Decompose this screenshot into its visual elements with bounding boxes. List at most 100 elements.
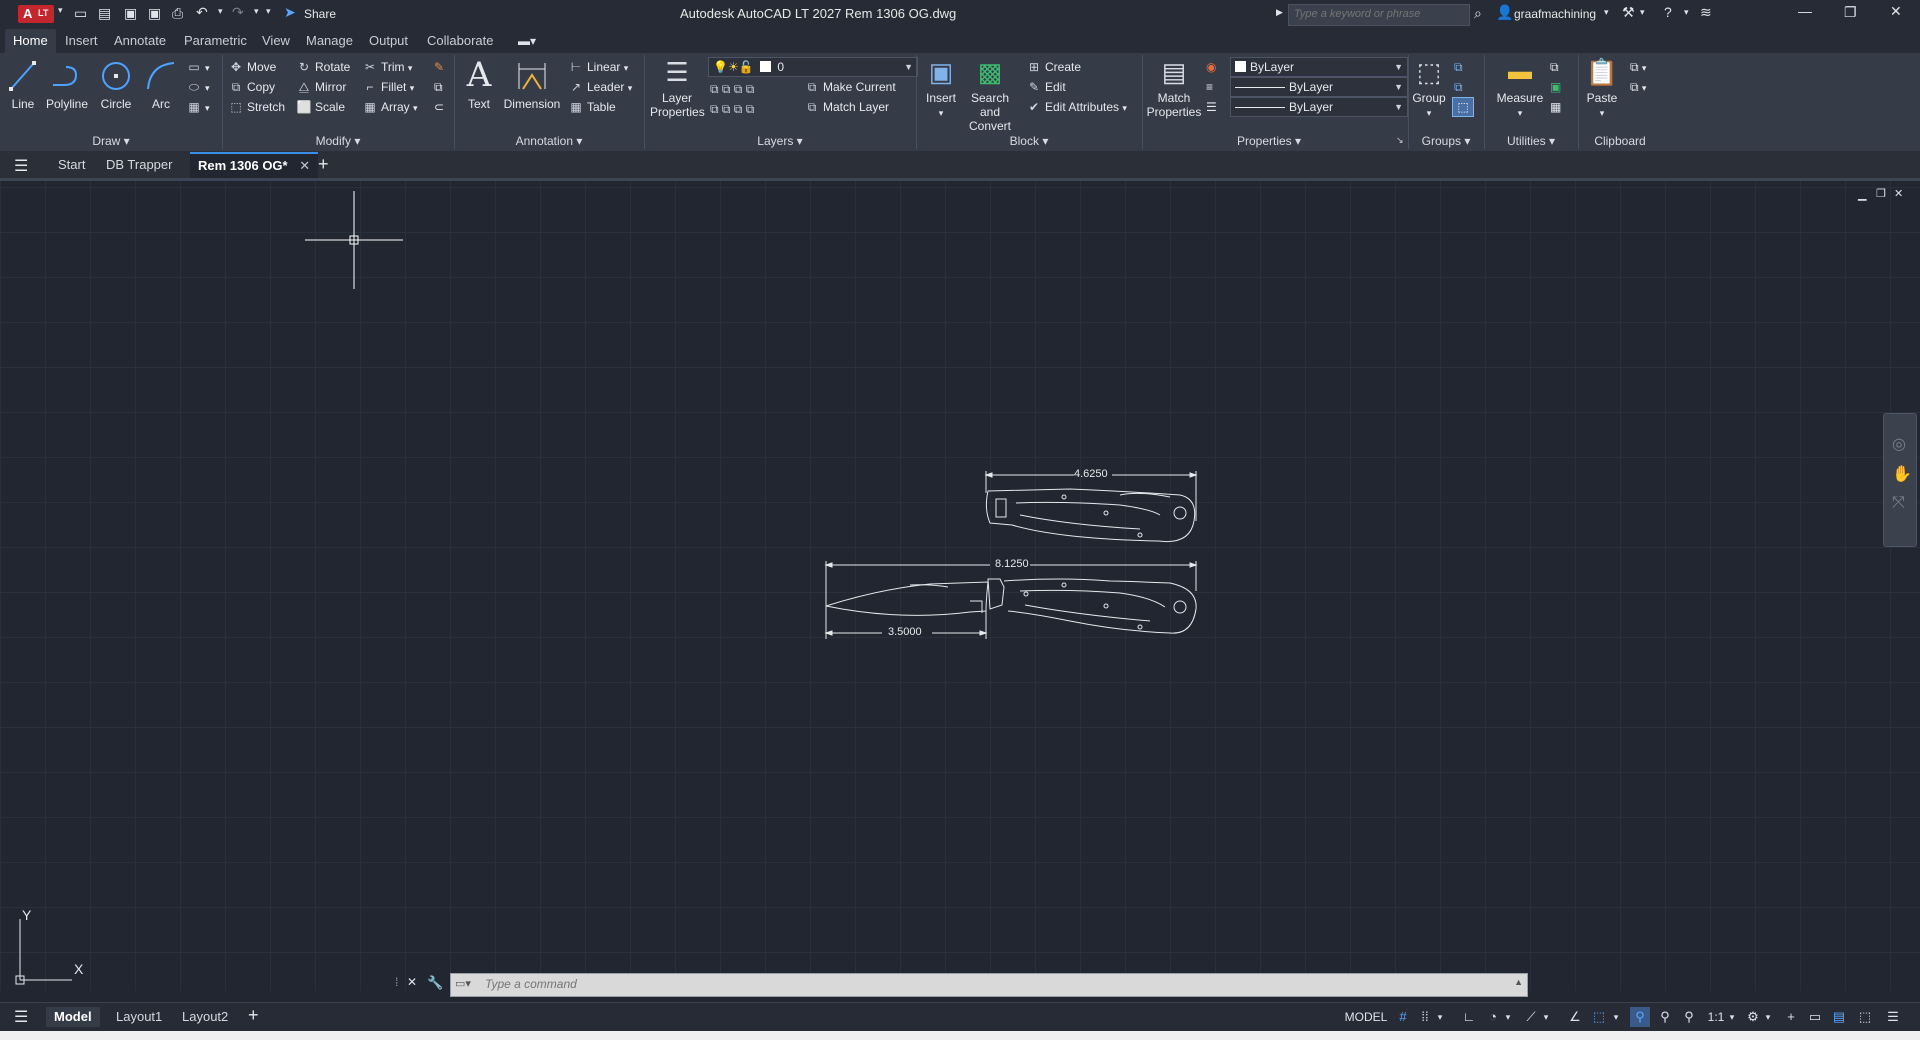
tab-parametric[interactable]: Parametric <box>176 29 255 53</box>
edit-attributes-button[interactable]: ✔ Edit Attributes ▾ <box>1026 97 1127 117</box>
save-icon[interactable]: ▣ <box>124 5 137 22</box>
layer-tool-icons-row2[interactable]: ⧉ ⧉ ⧉ ⧉ <box>710 99 754 119</box>
ungroup-icon[interactable]: ⧉ <box>1454 77 1463 97</box>
modify-panel-label[interactable]: Modify ▾ <box>222 133 454 149</box>
navigation-bar[interactable]: ◎ ✋ ⤧ <box>1883 413 1917 547</box>
command-close-icon[interactable]: ✕ <box>407 975 417 989</box>
user-icon[interactable]: 👤 <box>1496 4 1513 21</box>
layout-tab-layout2[interactable]: Layout2 <box>174 1007 236 1027</box>
customize-wrench-icon[interactable]: 🔧 <box>427 975 443 991</box>
linetype-icon[interactable]: ☰ <box>1206 97 1217 117</box>
restore-icon[interactable]: ❐ <box>1844 4 1857 21</box>
units-icon[interactable]: ▭ <box>1806 1007 1824 1027</box>
rectangle-button[interactable]: ▭ ▾ <box>186 57 209 77</box>
clipboard-panel-label[interactable]: Clipboard <box>1578 133 1662 149</box>
connect-icon[interactable]: ≋ <box>1700 4 1712 21</box>
annotation-scale-icon[interactable]: ⚲ <box>1680 1007 1698 1027</box>
cut-icon[interactable]: ⧉ ▾ <box>1630 57 1646 77</box>
linetype-dropdown[interactable]: ByLayer ▼ <box>1230 97 1408 117</box>
app-menu-chevron-icon[interactable]: ▾ <box>58 5 63 16</box>
ellipse-button[interactable]: ⬭ ▾ <box>186 77 210 97</box>
make-current-button[interactable]: ⧉ Make Current <box>804 77 896 97</box>
polar-dropdown-icon[interactable]: ▾ <box>1502 1007 1514 1027</box>
tab-annotate[interactable]: Annotate <box>106 29 174 53</box>
open-folder-icon[interactable]: ▤ <box>98 5 111 22</box>
menu-icon[interactable]: ☰ <box>14 156 28 176</box>
text-button[interactable]: A Text <box>460 57 498 111</box>
table-button[interactable]: ▦ Table <box>568 97 615 117</box>
stretch-button[interactable]: ⬚ Stretch <box>228 97 285 117</box>
scale-dropdown-icon[interactable]: ▾ <box>1726 1007 1738 1027</box>
undo-icon[interactable]: ↶ <box>196 4 208 21</box>
arc-button[interactable]: Arc <box>144 59 178 111</box>
command-history-icon[interactable]: ▲ <box>1514 977 1523 987</box>
command-prompt-icon[interactable]: ▭▾ <box>455 977 471 990</box>
customize-qat-icon[interactable]: ▾ <box>266 6 271 17</box>
autoscale-icon[interactable]: ⚲ <box>1656 1007 1674 1027</box>
command-input-box[interactable]: ▭▾ ▲ <box>450 973 1528 997</box>
clean-screen-icon[interactable]: ⬚ <box>1856 1007 1874 1027</box>
circle-button[interactable]: Circle <box>96 59 136 111</box>
move-button[interactable]: ✥ Move <box>228 57 276 77</box>
copy-clip-icon[interactable]: ⧉ ▾ <box>1630 77 1646 97</box>
share-button[interactable]: Share <box>304 7 336 21</box>
help-icon[interactable]: ? <box>1664 4 1672 20</box>
trim-button[interactable]: ✂ Trim ▾ <box>362 57 412 77</box>
quick-select-icon[interactable]: ▣ <box>1550 77 1561 97</box>
ortho-icon[interactable]: ∟ <box>1460 1007 1478 1027</box>
offset-icon[interactable]: ⊂ <box>434 97 444 117</box>
drawing-canvas[interactable]: ▁ ❐ ✕ Y X ◎ ✋ ⤧ 4.6250 8.1250 3.5000 ⁞ ✕… <box>0 181 1920 997</box>
object-snap-tracking-icon[interactable]: ∠ <box>1566 1007 1584 1027</box>
viewport-restore-icon[interactable]: ❐ <box>1876 187 1886 200</box>
group-tool-icon[interactable]: ⧉ <box>1454 57 1463 77</box>
lineweight-icon[interactable]: ≡ <box>1206 77 1213 97</box>
annotation-visibility-icon[interactable]: ⚲ <box>1630 1007 1650 1027</box>
customization-icon[interactable]: ☰ <box>1884 1007 1902 1027</box>
copy-button[interactable]: ⧉ Copy <box>228 77 275 97</box>
create-block-button[interactable]: ⊞ Create <box>1026 57 1081 77</box>
layout-menu-icon[interactable]: ☰ <box>14 1007 28 1027</box>
zoom-extents-icon[interactable]: ⤧ <box>1892 494 1905 512</box>
user-name[interactable]: graafmachining <box>1514 7 1596 21</box>
line-button[interactable]: Line <box>6 59 40 111</box>
calculator-icon[interactable]: ▦ <box>1550 97 1561 117</box>
quick-properties-icon[interactable]: ▤ <box>1830 1007 1848 1027</box>
group-selection-icon[interactable]: ⬚ <box>1452 97 1474 117</box>
app-menu-button[interactable]: A LT <box>18 5 54 23</box>
isodraft-icon[interactable]: ⟋ <box>1522 1007 1540 1027</box>
snap-dropdown-icon[interactable]: ▾ <box>1434 1007 1446 1027</box>
command-input[interactable] <box>451 974 1485 994</box>
close-icon[interactable]: ✕ <box>1890 3 1902 20</box>
annotation-panel-label[interactable]: Annotation ▾ <box>454 133 644 149</box>
object-snap-dropdown-icon[interactable]: ▾ <box>1610 1007 1622 1027</box>
viewport-close-icon[interactable]: ✕ <box>1894 187 1903 200</box>
model-space-toggle[interactable]: MODEL <box>1342 1007 1390 1027</box>
leader-button[interactable]: ↗ Leader ▾ <box>568 77 632 97</box>
user-dropdown-icon[interactable]: ▾ <box>1604 7 1609 18</box>
add-layout-icon[interactable]: + <box>248 1005 259 1026</box>
properties-launcher-icon[interactable]: ↘ <box>1396 135 1404 146</box>
fillet-button[interactable]: ⌐ Fillet ▾ <box>362 77 414 97</box>
polar-tracking-icon[interactable]: ◔ <box>1484 1007 1502 1027</box>
share-icon[interactable]: ➤ <box>284 4 296 21</box>
linear-dimension-button[interactable]: ⊢ Linear ▾ <box>568 57 628 77</box>
layer-dropdown[interactable]: 💡☀🔓 0 ▼ <box>708 57 918 77</box>
new-file-icon[interactable]: ▭ <box>74 5 87 22</box>
search-expand-icon[interactable]: ▶ <box>1276 7 1283 18</box>
tab-manage[interactable]: Manage <box>298 29 361 53</box>
redo-dropdown-icon[interactable]: ▾ <box>254 6 259 17</box>
scale-button[interactable]: ⬜ Scale <box>296 97 346 117</box>
block-panel-label[interactable]: Block ▾ <box>916 133 1142 149</box>
file-tab-db-trapper[interactable]: DB Trapper <box>98 152 180 178</box>
command-grip-icon[interactable]: ⁞ <box>395 975 398 989</box>
search-and-convert-button[interactable]: ▩ Search and Convert <box>962 57 1018 133</box>
app-dropdown-icon[interactable]: ▾ <box>1640 7 1645 18</box>
erase-icon[interactable]: ✎ <box>434 57 444 77</box>
pan-icon[interactable]: ✋ <box>1892 464 1912 484</box>
file-tab-start[interactable]: Start <box>50 152 93 178</box>
lineweight-dropdown[interactable]: ByLayer ▼ <box>1230 77 1408 97</box>
id-point-icon[interactable]: ⧉ <box>1550 57 1559 77</box>
annotation-scale-value[interactable]: 1:1 <box>1704 1007 1728 1027</box>
grid-icon[interactable]: # <box>1394 1007 1412 1027</box>
annotation-monitor-icon[interactable]: + <box>1782 1007 1800 1027</box>
